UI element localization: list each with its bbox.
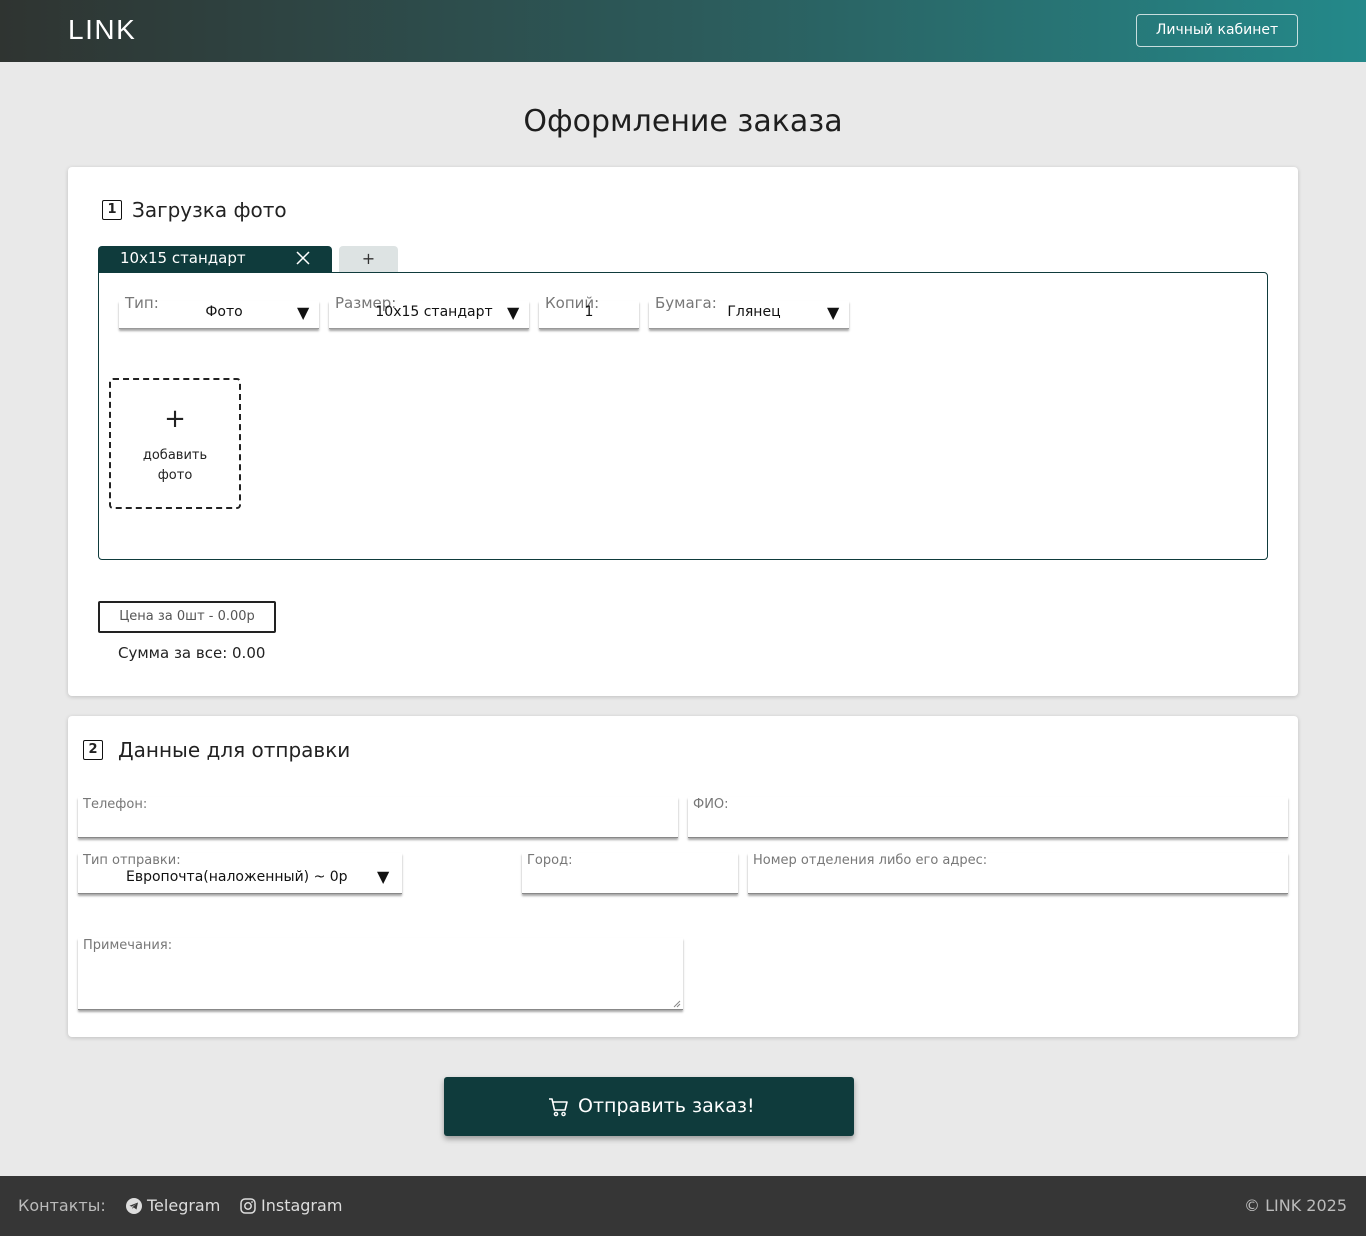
plus-icon: + [164,404,186,434]
telegram-icon [126,1197,142,1214]
shipping-type-select[interactable]: Тип отправки: Европочта(наложенный) ~ 0р… [78,853,402,895]
shipping-type-value: Европочта(наложенный) ~ 0р [126,869,348,885]
add-photo-button[interactable]: + добавить фото [109,378,241,509]
logo[interactable]: LINK [68,14,136,46]
phone-input[interactable] [78,797,678,838]
price-badge: Цена за 0шт - 0.00р [98,601,276,633]
branch-field[interactable]: Номер отделения либо его адрес: [748,853,1288,895]
instagram-label: Instagram [261,1196,343,1215]
fullname-field[interactable]: ФИО: [688,797,1288,839]
submit-order-button[interactable]: Отправить заказ! [444,1077,854,1136]
contacts-label: Контакты: [18,1196,106,1215]
chevron-down-icon: ▼ [827,303,840,322]
branch-label: Номер отделения либо его адрес: [753,853,988,868]
resize-handle-icon[interactable] [673,1000,681,1008]
step-2-header: 2 Данные для отправки [83,738,350,762]
telegram-label: Telegram [147,1196,221,1215]
header: LINK Личный кабинет [0,0,1366,62]
type-select[interactable]: Тип: Фото ▼ [119,293,319,333]
city-label: Город: [527,853,573,868]
tab-format[interactable]: 10x15 стандарт [98,246,332,272]
notes-label: Примечания: [83,938,173,953]
size-select[interactable]: Размер: 10x15 стандарт ▼ [329,293,529,333]
fullname-label: ФИО: [693,797,729,812]
copyright: © LINK 2025 [1244,1196,1347,1215]
copies-input[interactable]: Копий: 1 [539,293,639,333]
add-photo-label: добавить фото [111,446,239,486]
add-photo-label-line2: фото [157,468,193,483]
chevron-down-icon: ▼ [507,303,520,322]
footer: Контакты: Telegram Instagram © LINK 2025 [0,1176,1366,1236]
step-title: Данные для отправки [118,738,351,762]
copies-value: 1 [584,304,594,320]
phone-label: Телефон: [83,797,148,812]
step-number: 1 [102,200,122,220]
paper-select[interactable]: Бумага: Глянец ▼ [649,293,849,333]
tab-label: 10x15 стандарт [120,249,246,267]
cart-icon [549,1098,568,1117]
close-icon[interactable] [294,249,312,267]
tab-panel: Тип: Фото ▼ Размер: 10x15 стандарт ▼ Коп… [98,272,1268,560]
add-tab-button[interactable]: + [339,246,398,272]
shipping-card: 2 Данные для отправки Телефон: ФИО: Тип … [68,716,1298,1037]
chevron-down-icon: ▼ [377,867,390,886]
fullname-input[interactable] [688,797,1288,838]
city-field[interactable]: Город: [522,853,738,895]
shipping-type-label: Тип отправки: [83,853,181,868]
notes-field[interactable]: Примечания: [78,938,683,1010]
personal-cabinet-button[interactable]: Личный кабинет [1136,14,1298,47]
instagram-link[interactable]: Instagram [240,1196,342,1215]
submit-order-label: Отправить заказ! [578,1095,755,1117]
step-number: 2 [83,740,103,760]
step-1-header: 1 Загрузка фото [102,198,287,222]
step-title: Загрузка фото [132,198,287,222]
copyright-text: LINK 2025 [1265,1196,1347,1215]
copyright-icon: © [1244,1196,1260,1215]
phone-field[interactable]: Телефон: [78,797,678,839]
telegram-link[interactable]: Telegram [126,1196,220,1215]
page-title: Оформление заказа [523,104,843,139]
total-sum: Сумма за все: 0.00 [118,644,266,662]
chevron-down-icon: ▼ [297,303,310,322]
add-photo-label-line1: добавить [142,448,208,463]
instagram-icon [240,1197,256,1214]
photo-upload-card: 1 Загрузка фото 10x15 стандарт + Тип: Фо… [68,167,1298,696]
